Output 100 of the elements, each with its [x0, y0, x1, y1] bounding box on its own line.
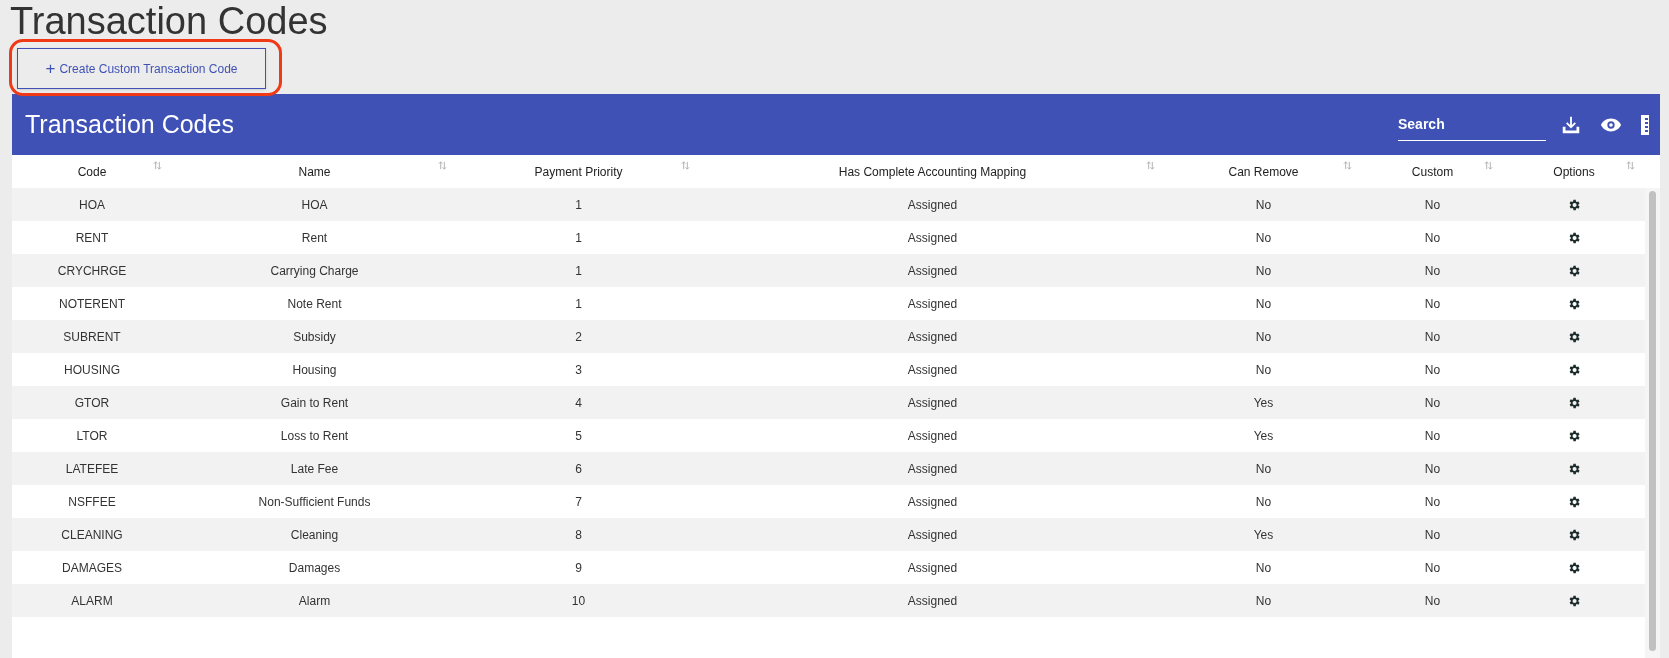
column-header[interactable]: Name — [298, 162, 331, 181]
table-cell-text: Gain to Rent — [280, 394, 349, 412]
column-header[interactable]: Has Complete Accounting Mapping — [838, 162, 1027, 181]
table-cell-text: 4 — [575, 394, 582, 412]
table-cell-text: Assigned — [907, 394, 958, 412]
table-cell-text: 1 — [575, 229, 582, 247]
table-cell-text: Loss to Rent — [280, 427, 349, 445]
table-cell-text: ALARM — [71, 592, 113, 610]
table-cell-text: No — [1255, 460, 1272, 478]
table-cell-text: Rent — [301, 229, 328, 247]
table-cell-text: No — [1424, 592, 1441, 610]
table-cell-text: DAMAGES — [62, 559, 122, 577]
settings-icon[interactable] — [1567, 197, 1581, 212]
table-cell-text: Assigned — [907, 460, 958, 478]
table-cell-text: Assigned — [907, 361, 958, 379]
column-header[interactable]: Can Remove — [1228, 162, 1299, 181]
table-cell-text: No — [1424, 196, 1441, 214]
column-settings-icon[interactable] — [1640, 113, 1650, 136]
table-cell-text: HOUSING — [64, 361, 120, 379]
table-cell-text: CLEANING — [61, 526, 123, 544]
settings-icon[interactable] — [1567, 428, 1581, 443]
table-cell-text: HOA — [79, 196, 105, 214]
table-cell-text: No — [1255, 559, 1272, 577]
table-cell-text: No — [1255, 592, 1272, 610]
table-cell-text: Yes — [1253, 526, 1274, 544]
table-cell-text: No — [1424, 295, 1441, 313]
table-title: Transaction Codes — [25, 108, 235, 140]
table-cell-text: No — [1424, 559, 1441, 577]
table-cell-text: No — [1424, 361, 1441, 379]
table-cell-text: No — [1255, 493, 1272, 511]
table-cell-text: Assigned — [907, 229, 958, 247]
settings-icon[interactable] — [1567, 296, 1581, 311]
table-cell-text: 1 — [575, 295, 582, 313]
table-cell-text: RENT — [75, 229, 109, 247]
table-cell-text: Damages — [288, 559, 341, 577]
table-cell-text: No — [1424, 526, 1441, 544]
table-cell-text: LTOR — [76, 427, 108, 445]
table-cell-text: 6 — [575, 460, 582, 478]
table-cell-text: No — [1255, 262, 1272, 280]
table-cell-text: Housing — [292, 361, 337, 379]
table-cell-text: 8 — [575, 526, 582, 544]
table-cell-text: SUBRENT — [63, 328, 121, 346]
table-cell-text: No — [1255, 229, 1272, 247]
search-field[interactable]: Search — [1398, 108, 1546, 141]
table-cell-text: No — [1424, 229, 1441, 247]
table-cell-text: No — [1424, 493, 1441, 511]
settings-icon[interactable] — [1567, 593, 1581, 608]
table-cell-text: No — [1424, 427, 1441, 445]
table-cell-text: 2 — [575, 328, 582, 346]
table-cell-text: No — [1424, 394, 1441, 412]
table-cell-text: 1 — [575, 196, 582, 214]
table-cell-text: No — [1255, 295, 1272, 313]
table-cell-text: Assigned — [907, 196, 958, 214]
table-cell-text: NSFFEE — [68, 493, 116, 511]
table-cell-text: Assigned — [907, 526, 958, 544]
table-cell-text: No — [1255, 328, 1272, 346]
table-cell-text: Assigned — [907, 262, 958, 280]
page-title: Transaction Codes — [10, 0, 328, 42]
table-cell-text: Assigned — [907, 427, 958, 445]
settings-icon[interactable] — [1567, 395, 1581, 410]
settings-icon[interactable] — [1567, 494, 1581, 509]
table-cell-text: Late Fee — [290, 460, 339, 478]
settings-icon[interactable] — [1567, 263, 1581, 278]
table-cell-text: 1 — [575, 262, 582, 280]
table-cell-text: No — [1255, 361, 1272, 379]
table-cell-text: 5 — [575, 427, 582, 445]
table-cell-text: No — [1424, 328, 1441, 346]
table-cell-text: 3 — [575, 361, 582, 379]
table-cell-text: 10 — [571, 592, 586, 610]
table-cell-text: Assigned — [907, 295, 958, 313]
create-button[interactable]: + Create Custom Transaction Code — [17, 48, 266, 89]
table-cell-text: Yes — [1253, 427, 1274, 445]
settings-icon[interactable] — [1567, 560, 1581, 575]
column-header[interactable]: Custom — [1411, 162, 1454, 181]
table-cell-text: 7 — [575, 493, 582, 511]
table-cell-text: Non-Sufficient Funds — [258, 493, 371, 511]
table-cell-text: Subsidy — [293, 328, 336, 346]
column-header[interactable]: Options — [1553, 162, 1595, 181]
column-header[interactable]: Code — [77, 162, 107, 181]
settings-icon[interactable] — [1567, 461, 1581, 476]
table-cell-text: Cleaning — [290, 526, 339, 544]
table-cell-text: LATEFEE — [65, 460, 119, 478]
table-cell-text: Yes — [1253, 394, 1274, 412]
table-cell-text: Assigned — [907, 328, 958, 346]
settings-icon[interactable] — [1567, 362, 1581, 377]
table-cell-text: No — [1424, 460, 1441, 478]
settings-icon[interactable] — [1567, 329, 1581, 344]
table-cell-text: Note Rent — [287, 295, 342, 313]
settings-icon[interactable] — [1567, 527, 1581, 542]
table-cell-text: Assigned — [907, 592, 958, 610]
settings-icon[interactable] — [1567, 230, 1581, 245]
table-cell-text: HOA — [301, 196, 328, 214]
table-cell-text: NOTERENT — [59, 295, 125, 313]
table-cell-text: 9 — [575, 559, 582, 577]
table-cell-text: Carrying Charge — [270, 262, 359, 280]
scrollbar-thumb[interactable] — [1649, 191, 1656, 651]
table-cell-text: Alarm — [298, 592, 331, 610]
table-cell-text: No — [1424, 262, 1441, 280]
table-cell-text: GTOR — [74, 394, 110, 412]
column-header[interactable]: Payment Priority — [534, 162, 623, 181]
